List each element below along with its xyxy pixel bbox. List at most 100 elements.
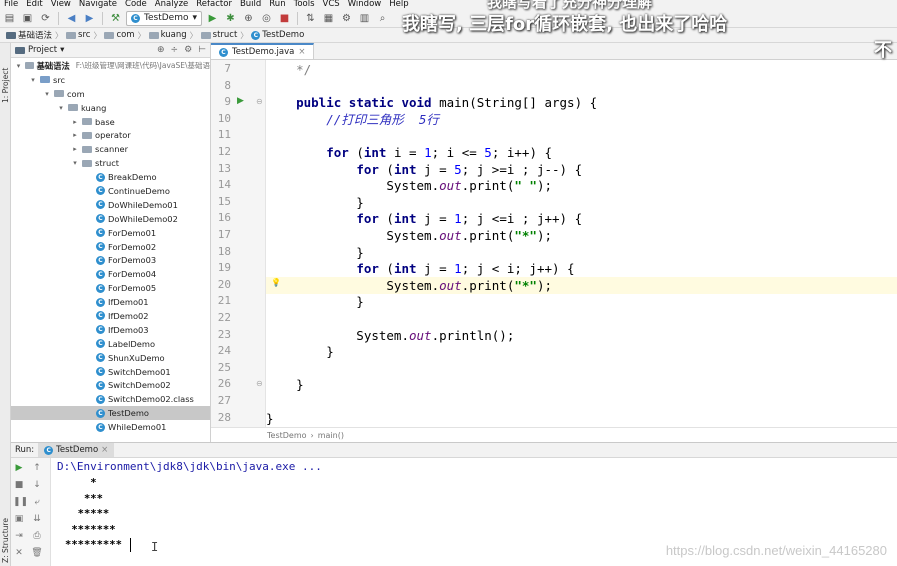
code-line[interactable] (266, 393, 897, 410)
chevron-down-icon[interactable]: ▾ (60, 45, 64, 55)
tree-item[interactable]: C LabelDemo (11, 337, 210, 351)
code-line[interactable]: System.out.print("*"); (266, 227, 897, 244)
menu-item-window[interactable]: Window (344, 0, 386, 9)
code-line[interactable]: System.out.print(" "); (266, 177, 897, 194)
coverage-icon[interactable]: ⊕ (241, 11, 256, 26)
exit-icon[interactable]: ⇥ (13, 530, 25, 542)
code-line[interactable] (266, 127, 897, 144)
code-line[interactable]: for (int i = 1; i <= 5; i++) { (266, 144, 897, 161)
breadcrumb-item[interactable]: 基础语法 (3, 29, 55, 41)
lightbulb-icon[interactable]: 💡 (271, 278, 281, 287)
forward-icon[interactable]: ▶ (82, 11, 97, 26)
tree-item[interactable]: ▸ scanner (11, 142, 210, 156)
code-line[interactable]: */ (266, 61, 897, 78)
save-icon[interactable]: ▣ (20, 11, 35, 26)
code-line[interactable]: } (266, 244, 897, 261)
tree-item[interactable]: C ForDemo04 (11, 267, 210, 281)
fold-icon[interactable]: ⊖ (256, 97, 263, 106)
pause-icon[interactable]: ❚❚ (13, 496, 28, 508)
tab-testdemo-java[interactable]: C TestDemo.java × (211, 43, 315, 59)
code-line[interactable] (266, 78, 897, 95)
menu-item-run[interactable]: Run (265, 0, 289, 9)
code-line[interactable]: public static void main(String[] args) { (266, 94, 897, 111)
chevron-down-icon[interactable]: ▾ (15, 62, 22, 70)
breadcrumb-item[interactable]: struct (198, 30, 241, 40)
code-line[interactable]: for (int j = 5; j >=i ; j--) { (266, 161, 897, 178)
print-icon[interactable]: ⎙ (31, 530, 43, 542)
code-line[interactable]: } (266, 376, 897, 393)
code-line[interactable]: } (266, 293, 897, 310)
back-icon[interactable]: ◀ (64, 11, 79, 26)
tree-item[interactable]: C ForDemo05 (11, 281, 210, 295)
code-line[interactable]: } (266, 194, 897, 211)
debug-icon[interactable]: ✱ (223, 11, 238, 26)
profile-icon[interactable]: ◎ (259, 11, 274, 26)
tree-item[interactable]: C ShunXuDemo (11, 351, 210, 365)
tree-item[interactable]: ▸ base (11, 115, 210, 129)
tree-item[interactable]: C TestDemo (11, 406, 210, 421)
scroll-end-icon[interactable]: ⇊ (31, 513, 43, 525)
chevron-down-icon[interactable]: ▾ (71, 159, 79, 167)
fold-icon[interactable]: ⊖ (256, 379, 263, 388)
chevron-right-icon[interactable]: ▸ (71, 131, 79, 139)
breadcrumb-item[interactable]: kuang (146, 30, 190, 40)
wrap-icon[interactable]: ⤶ (31, 496, 43, 508)
breadcrumb-item[interactable]: C TestDemo (248, 30, 307, 40)
tree-item[interactable]: C ForDemo02 (11, 240, 210, 254)
editor-crumb-class[interactable]: TestDemo (267, 431, 307, 440)
rerun-icon[interactable]: ▶ (13, 462, 25, 474)
up-icon[interactable]: ↑ (31, 462, 43, 474)
pin-icon[interactable]: ✕ (13, 547, 25, 559)
down-icon[interactable]: ↓ (31, 479, 43, 491)
editor-crumb-method[interactable]: main() (318, 431, 344, 440)
tree-item[interactable]: C IfDemo02 (11, 309, 210, 323)
tree-item[interactable]: C IfDemo01 (11, 295, 210, 309)
stop-icon[interactable]: ■ (13, 479, 25, 491)
tree-item[interactable]: ▾ src (11, 73, 210, 87)
code-line[interactable]: for (int j = 1; j <=i ; j++) { (266, 210, 897, 227)
tree-item[interactable]: C ForDemo03 (11, 253, 210, 267)
menu-item-analyze[interactable]: Analyze (151, 0, 193, 9)
console-output[interactable]: D:\Environment\jdk8\jdk\bin\java.exe ...… (51, 458, 897, 566)
menu-item-file[interactable]: File (0, 0, 22, 9)
close-icon[interactable]: × (101, 445, 108, 455)
run-icon[interactable]: ▶ (205, 11, 220, 26)
project-pane-title[interactable]: Project (28, 45, 57, 55)
sync-icon[interactable]: ⟳ (38, 11, 53, 26)
search-icon[interactable]: ⌕ (375, 11, 390, 26)
chevron-right-icon[interactable]: ▸ (71, 145, 79, 153)
hide-icon[interactable]: ⊢ (198, 45, 206, 55)
vcs-icon[interactable]: ⇅ (303, 11, 318, 26)
menu-item-tools[interactable]: Tools (290, 0, 319, 9)
gear-icon[interactable]: ⚙ (184, 45, 192, 55)
menu-item-refactor[interactable]: Refactor (192, 0, 236, 9)
tree-item[interactable]: C WhileDemo01 (11, 420, 210, 434)
menu-item-view[interactable]: View (47, 0, 75, 9)
chevron-down-icon[interactable]: ▾ (29, 76, 37, 84)
breadcrumb-item[interactable]: src (63, 30, 93, 40)
menu-item-vcs[interactable]: VCS (319, 0, 344, 9)
tree-item[interactable]: C IfDemo03 (11, 323, 210, 337)
code-line[interactable]: System.out.print("*"); (266, 276, 897, 294)
tree-item[interactable]: C DoWhileDemo02 (11, 212, 210, 226)
code-line[interactable] (266, 360, 897, 377)
run-gutter-icon[interactable]: ▶ (237, 96, 244, 106)
code-editor[interactable]: */ public static void main(String[] args… (266, 60, 897, 427)
tree-item[interactable]: C SwitchDemo02.class (11, 392, 210, 406)
tree-item[interactable]: ▾ struct (11, 156, 210, 170)
code-line[interactable]: //打印三角形 5行 (266, 111, 897, 128)
code-line[interactable]: System.out.println(); (266, 327, 897, 344)
menu-item-code[interactable]: Code (121, 0, 151, 9)
tree-item[interactable]: ▾ kuang (11, 101, 210, 115)
locate-icon[interactable]: ⊕ (157, 45, 165, 55)
structure-icon[interactable]: ▦ (321, 11, 336, 26)
folder-open-icon[interactable]: ▤ (2, 11, 17, 26)
trash-icon[interactable]: 🗑 (31, 547, 43, 559)
sdk-icon[interactable]: ▥ (357, 11, 372, 26)
code-line[interactable]: } (266, 410, 897, 427)
collapse-icon[interactable]: ÷ (171, 45, 179, 55)
menu-item-navigate[interactable]: Navigate (75, 0, 121, 9)
tree-item[interactable]: ▸ operator (11, 128, 210, 142)
menu-item-edit[interactable]: Edit (22, 0, 46, 9)
dump-icon[interactable]: ▣ (13, 513, 25, 525)
